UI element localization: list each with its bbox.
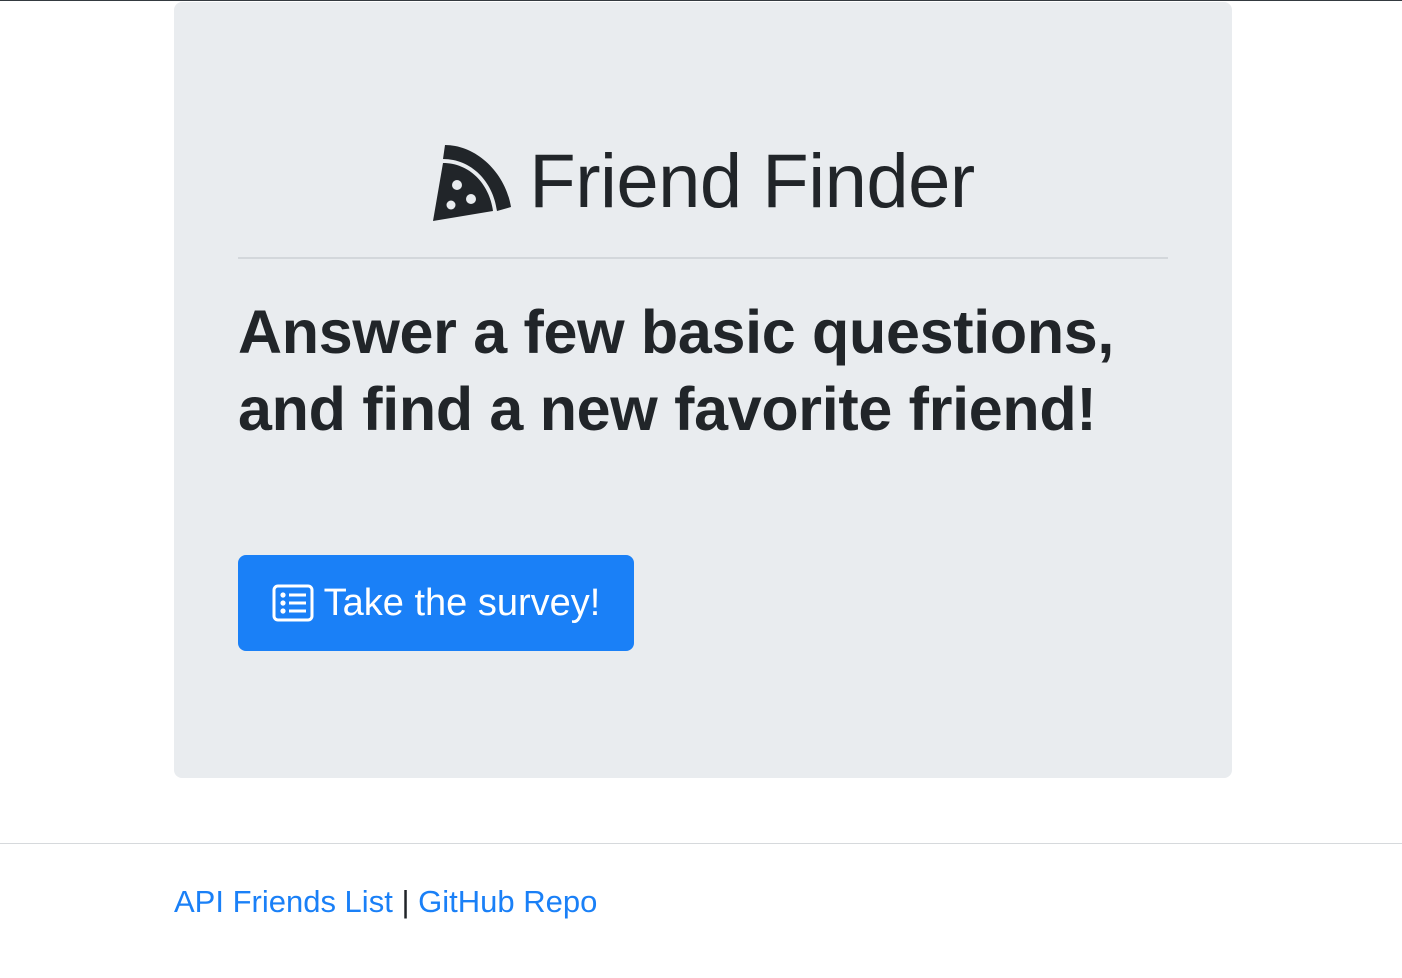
lead-line-2: and find a new favorite friend! — [238, 375, 1097, 443]
take-survey-button[interactable]: Take the survey! — [238, 555, 634, 651]
pizza-slice-icon — [431, 141, 513, 223]
jumbotron: Friend Finder Answer a few basic questio… — [174, 2, 1232, 778]
github-repo-link[interactable]: GitHub Repo — [418, 884, 597, 919]
list-alt-icon — [272, 584, 314, 622]
top-border — [0, 0, 1402, 1]
divider — [238, 257, 1168, 259]
api-friends-list-link[interactable]: API Friends List — [174, 884, 393, 919]
take-survey-label: Take the survey! — [323, 581, 601, 624]
lead-text: Answer a few basic questions, and find a… — [238, 294, 1168, 448]
page-title: Friend Finder — [529, 139, 975, 224]
footer-divider — [0, 843, 1402, 844]
brand-header: Friend Finder — [174, 134, 1232, 230]
footer: API Friends List | GitHub Repo — [174, 880, 597, 924]
footer-separator: | — [401, 884, 410, 919]
lead-line-1: Answer a few basic questions, — [238, 298, 1115, 366]
